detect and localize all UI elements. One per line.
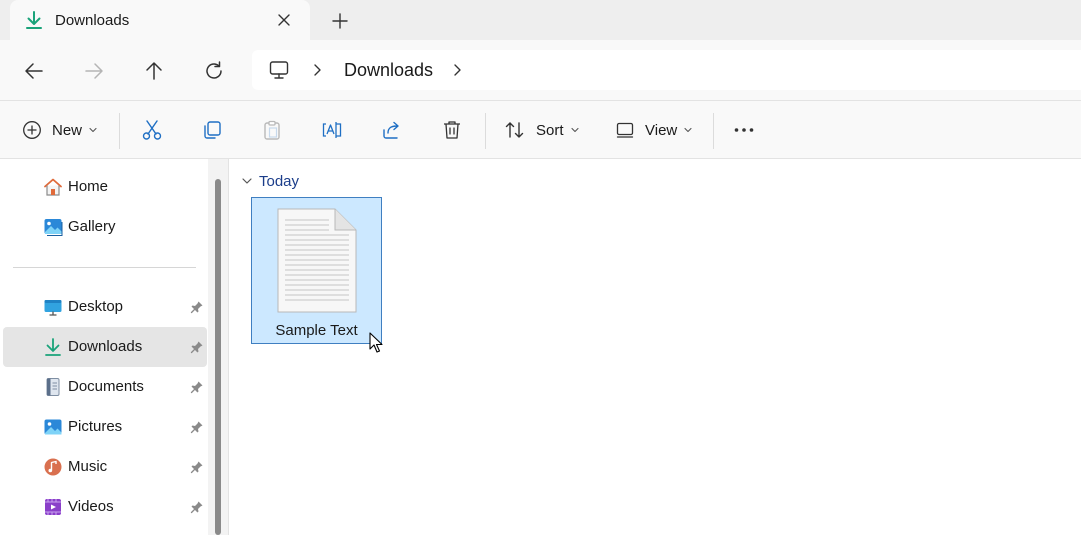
refresh-icon[interactable] xyxy=(202,59,226,83)
view-layout-icon xyxy=(616,122,634,138)
breadcrumb-downloads[interactable]: Downloads xyxy=(344,60,433,81)
sort-button-label: Sort xyxy=(536,121,564,139)
chevron-down-icon xyxy=(242,178,252,184)
sidebar-item-label: Videos xyxy=(68,498,114,515)
sidebar-item-downloads[interactable]: Downloads xyxy=(3,327,207,367)
pane-divider[interactable] xyxy=(228,159,229,535)
cut-button[interactable] xyxy=(141,101,163,159)
sidebar-divider xyxy=(13,267,196,268)
sidebar-item-desktop[interactable]: Desktop xyxy=(3,287,207,327)
file-item[interactable]: Sample Text xyxy=(251,197,382,344)
pin-icon[interactable] xyxy=(190,380,204,394)
this-pc-icon[interactable] xyxy=(268,59,290,81)
toolbar-divider xyxy=(485,113,486,149)
group-header-today[interactable]: Today xyxy=(241,172,299,190)
sidebar-item-label: Pictures xyxy=(68,418,123,435)
share-button[interactable] xyxy=(381,101,403,159)
sidebar-item-label: Downloads xyxy=(68,338,143,355)
sidebar-item-videos[interactable]: Videos xyxy=(3,487,207,527)
desktop-icon xyxy=(44,300,62,316)
view-button-label: View xyxy=(645,121,678,139)
tab-title: Downloads xyxy=(55,12,130,29)
pin-icon[interactable] xyxy=(190,340,204,354)
command-bar: New Sort View xyxy=(0,101,1081,159)
download-icon xyxy=(26,11,42,29)
add-circle-icon xyxy=(23,121,41,139)
chevron-right-icon[interactable] xyxy=(450,62,464,78)
videos-icon xyxy=(45,499,61,515)
rename-icon xyxy=(322,122,342,138)
sort-arrows-icon xyxy=(505,122,524,138)
share-icon xyxy=(383,121,399,139)
gallery-icon xyxy=(44,219,63,236)
text-document-icon xyxy=(277,208,357,313)
chevron-down-icon xyxy=(684,127,692,133)
music-icon xyxy=(44,458,62,476)
documents-icon xyxy=(46,378,60,396)
pin-icon[interactable] xyxy=(190,420,204,434)
sidebar-item-music[interactable]: Music xyxy=(3,447,207,487)
more-dots-icon xyxy=(734,128,754,132)
sidebar-item-label: Home xyxy=(68,178,109,195)
sidebar-item-label: Documents xyxy=(68,378,144,395)
trash-icon xyxy=(444,121,460,139)
sidebar-item-label: Gallery xyxy=(68,218,116,235)
chevron-right-icon[interactable] xyxy=(310,62,324,78)
new-tab-plus-icon[interactable] xyxy=(329,10,351,32)
navigation-bar: Downloads xyxy=(0,40,1081,101)
rename-button[interactable] xyxy=(321,101,343,159)
pin-icon[interactable] xyxy=(190,300,204,314)
forward-arrow-icon[interactable] xyxy=(82,59,106,83)
new-button[interactable]: New xyxy=(22,101,98,159)
file-name: Sample Text xyxy=(275,322,358,339)
chevron-down-icon xyxy=(89,127,97,133)
sidebar-item-label: Desktop xyxy=(68,298,124,315)
sidebar-item-documents[interactable]: Documents xyxy=(3,367,207,407)
sidebar-item-label: Music xyxy=(68,458,108,475)
pin-icon[interactable] xyxy=(190,500,204,514)
paste-button[interactable] xyxy=(261,101,283,159)
new-button-label: New xyxy=(52,121,83,139)
copy-icon xyxy=(204,121,221,139)
navigation-pane: Home Gallery Desktop Downloads Documents… xyxy=(0,159,228,535)
pictures-icon xyxy=(44,419,62,435)
close-icon[interactable] xyxy=(275,11,293,29)
tab-downloads[interactable]: Downloads xyxy=(10,0,310,41)
sort-button[interactable]: Sort xyxy=(504,101,580,159)
group-header-label: Today xyxy=(259,172,300,190)
tab-bar: Downloads xyxy=(0,0,1081,41)
scissors-icon xyxy=(142,120,162,140)
more-options-button[interactable] xyxy=(733,101,755,159)
back-arrow-icon[interactable] xyxy=(22,59,46,83)
address-bar[interactable]: Downloads xyxy=(252,50,1081,90)
home-icon xyxy=(44,178,62,196)
sidebar-item-pictures[interactable]: Pictures xyxy=(3,407,207,447)
mouse-cursor-icon xyxy=(369,332,383,353)
sidebar-item-home[interactable]: Home xyxy=(3,167,207,207)
sidebar-item-gallery[interactable]: Gallery xyxy=(3,207,207,247)
delete-button[interactable] xyxy=(441,101,463,159)
copy-button[interactable] xyxy=(201,101,223,159)
toolbar-divider xyxy=(713,113,714,149)
paste-icon xyxy=(264,120,280,140)
up-arrow-icon[interactable] xyxy=(142,59,166,83)
chevron-down-icon xyxy=(570,127,579,133)
pin-icon[interactable] xyxy=(190,460,204,474)
download-icon xyxy=(45,338,61,356)
sidebar-scrollbar-thumb[interactable] xyxy=(215,179,221,535)
toolbar-divider xyxy=(119,113,120,149)
view-button[interactable]: View xyxy=(615,101,693,159)
